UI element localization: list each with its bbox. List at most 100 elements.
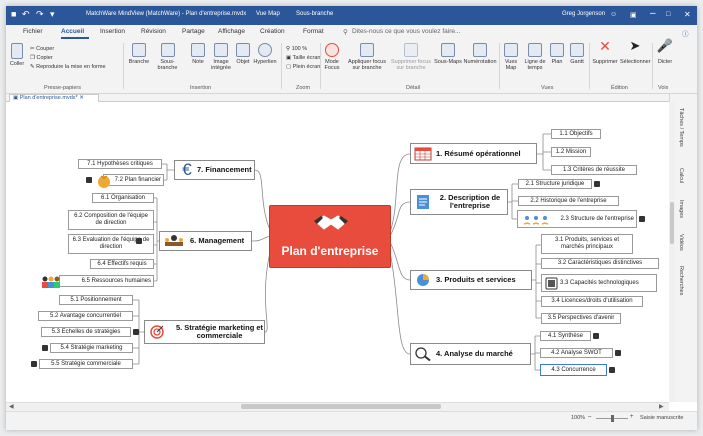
undo-icon[interactable]: ↶ xyxy=(22,9,30,20)
numbering-button[interactable]: Numérotation xyxy=(463,43,497,65)
subtopic-3-3[interactable]: 3.3 Capacités technologiques xyxy=(541,274,657,292)
zoom-out-icon[interactable]: – xyxy=(588,414,591,420)
horizontal-scroll-thumb[interactable] xyxy=(241,404,441,409)
scroll-right-icon[interactable]: ▶ xyxy=(659,403,664,410)
tab-share[interactable]: Partage xyxy=(182,28,205,35)
branch-button[interactable]: Branche xyxy=(127,43,151,65)
subtopic-4-2[interactable]: 4.2 Analyse SWOT xyxy=(540,348,613,358)
help-icon[interactable]: ⓘ xyxy=(682,28,689,38)
subtopic-2-1[interactable]: 2.1 Structure juridique xyxy=(518,179,592,189)
outline-button[interactable]: Plan xyxy=(549,43,565,65)
subtopic-1-2[interactable]: 1.2 Mission xyxy=(551,147,591,157)
branch-2[interactable]: 2. Description de l'entreprise xyxy=(410,189,508,215)
central-topic[interactable]: Plan d'entreprise xyxy=(270,206,390,267)
close-tab-icon[interactable]: ✕ xyxy=(79,95,84,101)
subtopic-6-4[interactable]: 6.4 Effectifs requis xyxy=(90,259,154,269)
subtopic-7-1[interactable]: 7.1 Hypothèses critiques xyxy=(78,159,162,169)
side-tab-tasks[interactable]: Tâches / Temps xyxy=(678,108,684,147)
subtopic-6-1[interactable]: 6.1 Organisation xyxy=(92,193,154,203)
collapse-toggle[interactable] xyxy=(639,216,645,222)
subtopic-6-2[interactable]: 6.2 Composition de l'équipe de direction xyxy=(68,210,154,230)
hyperlink-button[interactable]: Hyperlien xyxy=(253,43,277,65)
subtopic-4-3[interactable]: 4.3 Concurrence xyxy=(540,364,607,376)
doc-tab[interactable]: ▣ Plan d'entreprise.mvdx* ✕ xyxy=(9,94,99,102)
collapse-toggle[interactable] xyxy=(86,177,92,183)
side-tab-calc[interactable]: Calcul xyxy=(678,168,684,183)
subtopic-5-2[interactable]: 5.2 Avantage concurrentiel xyxy=(38,311,133,321)
subtopic-5-5[interactable]: 5.5 Stratégie commerciale xyxy=(39,359,133,369)
ribbon-display-icon[interactable]: ▣ xyxy=(630,11,637,19)
tab-design[interactable]: Création xyxy=(260,28,285,35)
close-icon[interactable]: ✕ xyxy=(684,10,691,19)
gantt-button[interactable]: Gantt xyxy=(567,43,587,65)
copy-button[interactable]: ❐ Copier xyxy=(30,55,53,61)
select-button[interactable]: ➤ Sélectionner xyxy=(620,39,651,65)
collapse-toggle[interactable] xyxy=(133,329,139,335)
subtopic-1-3[interactable]: 1.3 Critères de réussite xyxy=(551,165,637,175)
map-canvas[interactable]: Plan d'entreprise 1. Résumé opérationnel… xyxy=(6,102,669,402)
subtopic-1-1[interactable]: 1.1 Objectifs xyxy=(551,129,601,139)
tab-view[interactable]: Affichage xyxy=(218,28,245,35)
cut-button[interactable]: ✂ Couper xyxy=(30,46,54,52)
subtopic-2-2[interactable]: 2.2 Historique de l'entreprise xyxy=(518,196,619,206)
context-tab-map-view[interactable]: Vue Map xyxy=(256,11,280,17)
collapse-toggle[interactable] xyxy=(609,367,615,373)
search-icon[interactable]: ⚲ xyxy=(343,28,348,36)
submaps-button[interactable]: Sous-Maps xyxy=(434,43,462,65)
subtopic-3-2[interactable]: 3.2 Caractéristiques distinctives xyxy=(541,258,659,269)
note-button[interactable]: Note xyxy=(189,43,207,65)
redo-icon[interactable]: ↷ xyxy=(36,9,44,20)
object-button[interactable]: Objet xyxy=(234,43,252,65)
collapse-toggle[interactable] xyxy=(593,333,599,339)
paste-button[interactable]: Coller xyxy=(8,43,26,67)
collapse-toggle[interactable] xyxy=(594,181,600,187)
delete-button[interactable]: ✕ Supprimer xyxy=(591,39,619,65)
subtopic-3-5[interactable]: 3.5 Perspectives d'avenir xyxy=(541,313,621,324)
zoom-in-icon[interactable]: + xyxy=(630,414,634,420)
subtopic-2-3[interactable]: 2.3 Structure de l'entreprise xyxy=(517,210,637,228)
tab-home[interactable]: Accueil xyxy=(61,28,84,35)
branch-4[interactable]: 4. Analyse du marché xyxy=(410,343,531,365)
subtopic-6-3[interactable]: 6.3 Evaluation de l'équipe de direction xyxy=(68,234,154,254)
subtopic-6-5[interactable]: 6.5 Ressources humaines xyxy=(42,275,154,288)
tab-insert[interactable]: Insertion xyxy=(100,28,125,35)
tab-file[interactable]: Fichier xyxy=(23,28,43,35)
side-tab-research[interactable]: Recherches xyxy=(678,266,684,295)
map-views-button[interactable]: Vues Map xyxy=(501,43,521,71)
branch-6[interactable]: 6. Management xyxy=(159,231,252,251)
dictate-button[interactable]: 🎤 Dicter xyxy=(654,39,676,65)
full-screen-button[interactable]: ▢ Plein écran xyxy=(286,64,320,70)
collapse-toggle[interactable] xyxy=(31,361,37,367)
customize-qat-icon[interactable]: ▾ xyxy=(50,9,55,20)
subtopic-5-3[interactable]: 5.3 Echelles de stratégies xyxy=(41,327,131,337)
subtopic-5-4[interactable]: 5.4 Stratégie marketing xyxy=(50,343,133,353)
zoom-level-button[interactable]: ⚲ 100 % xyxy=(286,46,307,52)
subtopic-5-1[interactable]: 5.1 Positionnement xyxy=(59,295,133,305)
vertical-scroll-thumb[interactable] xyxy=(670,202,674,244)
side-tab-videos[interactable]: Vidéos xyxy=(678,234,684,251)
timeline-button[interactable]: Ligne de temps xyxy=(522,43,548,71)
subtopic-3-1[interactable]: 3.1 Produits, services et marchés princi… xyxy=(541,234,633,254)
apply-focus-button[interactable]: Appliquer focus sur branche xyxy=(345,43,389,71)
fit-screen-button[interactable]: ▣ Taille écran xyxy=(286,55,320,61)
format-painter-button[interactable]: ✎ Reproduire la mise en forme xyxy=(30,64,106,70)
tab-review[interactable]: Révision xyxy=(141,28,166,35)
zoom-slider-handle[interactable] xyxy=(611,415,614,422)
scroll-left-icon[interactable]: ◀ xyxy=(9,403,14,410)
ink-mode-label[interactable]: Saisie manuscrite xyxy=(640,415,683,421)
vertical-scrollbar[interactable] xyxy=(669,102,675,402)
branch-3[interactable]: 3. Produits et services xyxy=(410,270,532,290)
context-tab-subbranch[interactable]: Sous-branche xyxy=(296,11,333,17)
focus-mode-button[interactable]: Mode Focus xyxy=(322,43,342,71)
branch-1[interactable]: 1. Résumé opérationnel xyxy=(410,143,537,164)
branch-7[interactable]: € 7. Financement xyxy=(174,160,255,180)
collapse-toggle[interactable] xyxy=(615,350,621,356)
save-icon[interactable]: ■ xyxy=(11,9,16,19)
branch-5[interactable]: 5. Stratégie marketing et commerciale xyxy=(144,320,265,344)
user-icon[interactable]: ☺ xyxy=(610,11,617,18)
subtopic-7-2[interactable]: 7.2 Plan financier xyxy=(98,174,164,188)
tell-me-input[interactable]: Dites-nous ce que vous voulez faire... xyxy=(352,28,460,35)
maximize-icon[interactable]: □ xyxy=(666,11,670,18)
collapse-toggle[interactable] xyxy=(42,345,48,351)
tab-format[interactable]: Format xyxy=(303,28,324,35)
